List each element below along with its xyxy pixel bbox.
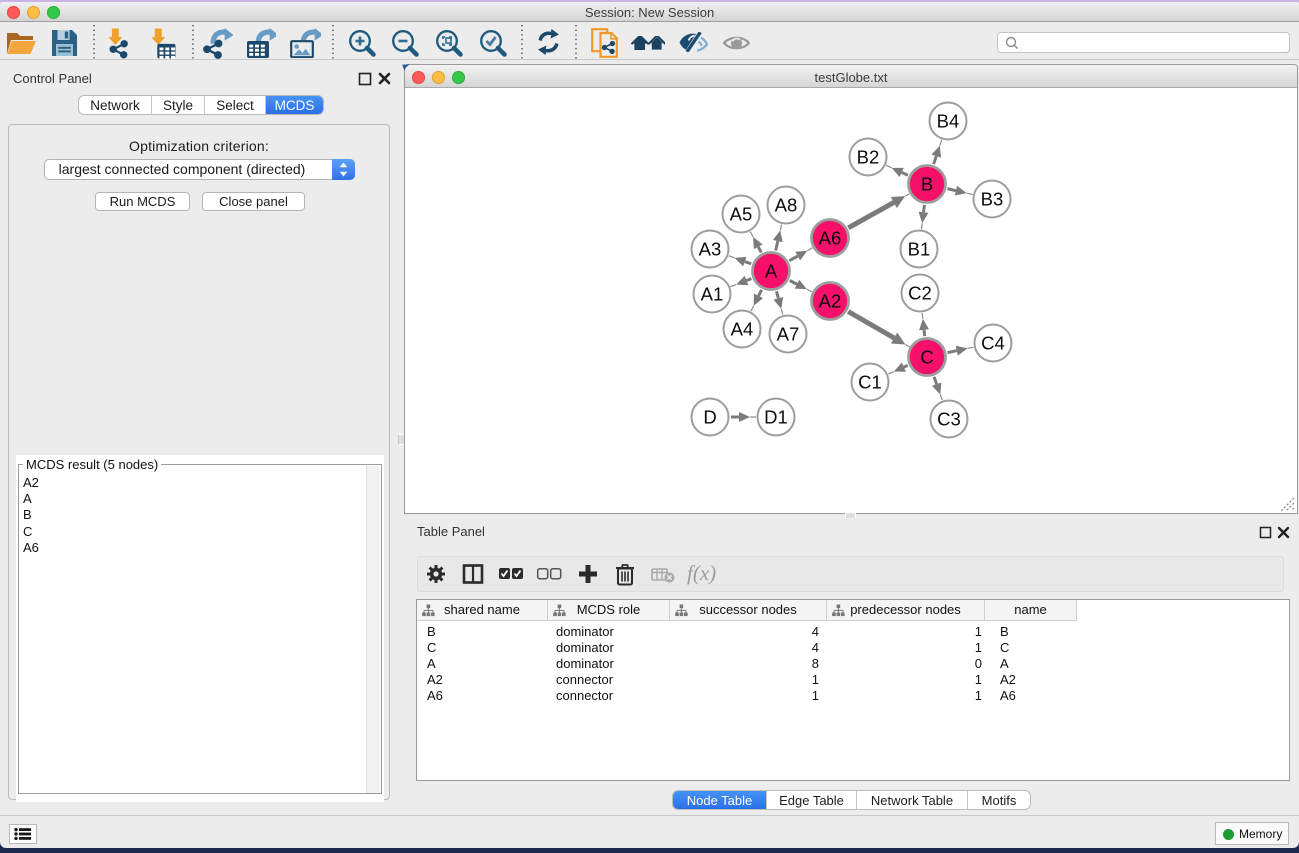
svg-text:A8: A8 — [775, 195, 798, 216]
svg-text:C1: C1 — [858, 372, 882, 393]
svg-text:A2: A2 — [819, 291, 842, 312]
svg-text:D: D — [703, 407, 716, 428]
svg-text:B2: B2 — [857, 147, 880, 168]
svg-text:B4: B4 — [937, 111, 960, 132]
svg-text:B1: B1 — [908, 239, 931, 260]
svg-text:C4: C4 — [981, 333, 1005, 354]
svg-text:C2: C2 — [908, 283, 932, 304]
svg-text:A5: A5 — [730, 204, 753, 225]
svg-text:A3: A3 — [699, 239, 722, 260]
svg-text:A6: A6 — [819, 228, 842, 249]
svg-text:C3: C3 — [937, 409, 961, 430]
svg-text:A4: A4 — [731, 319, 754, 340]
svg-text:C: C — [920, 347, 933, 368]
svg-text:A: A — [765, 261, 778, 282]
svg-text:A1: A1 — [701, 284, 724, 305]
svg-text:B3: B3 — [981, 189, 1004, 210]
svg-text:A7: A7 — [777, 324, 800, 345]
svg-text:B: B — [921, 174, 933, 195]
svg-text:D1: D1 — [764, 407, 788, 428]
